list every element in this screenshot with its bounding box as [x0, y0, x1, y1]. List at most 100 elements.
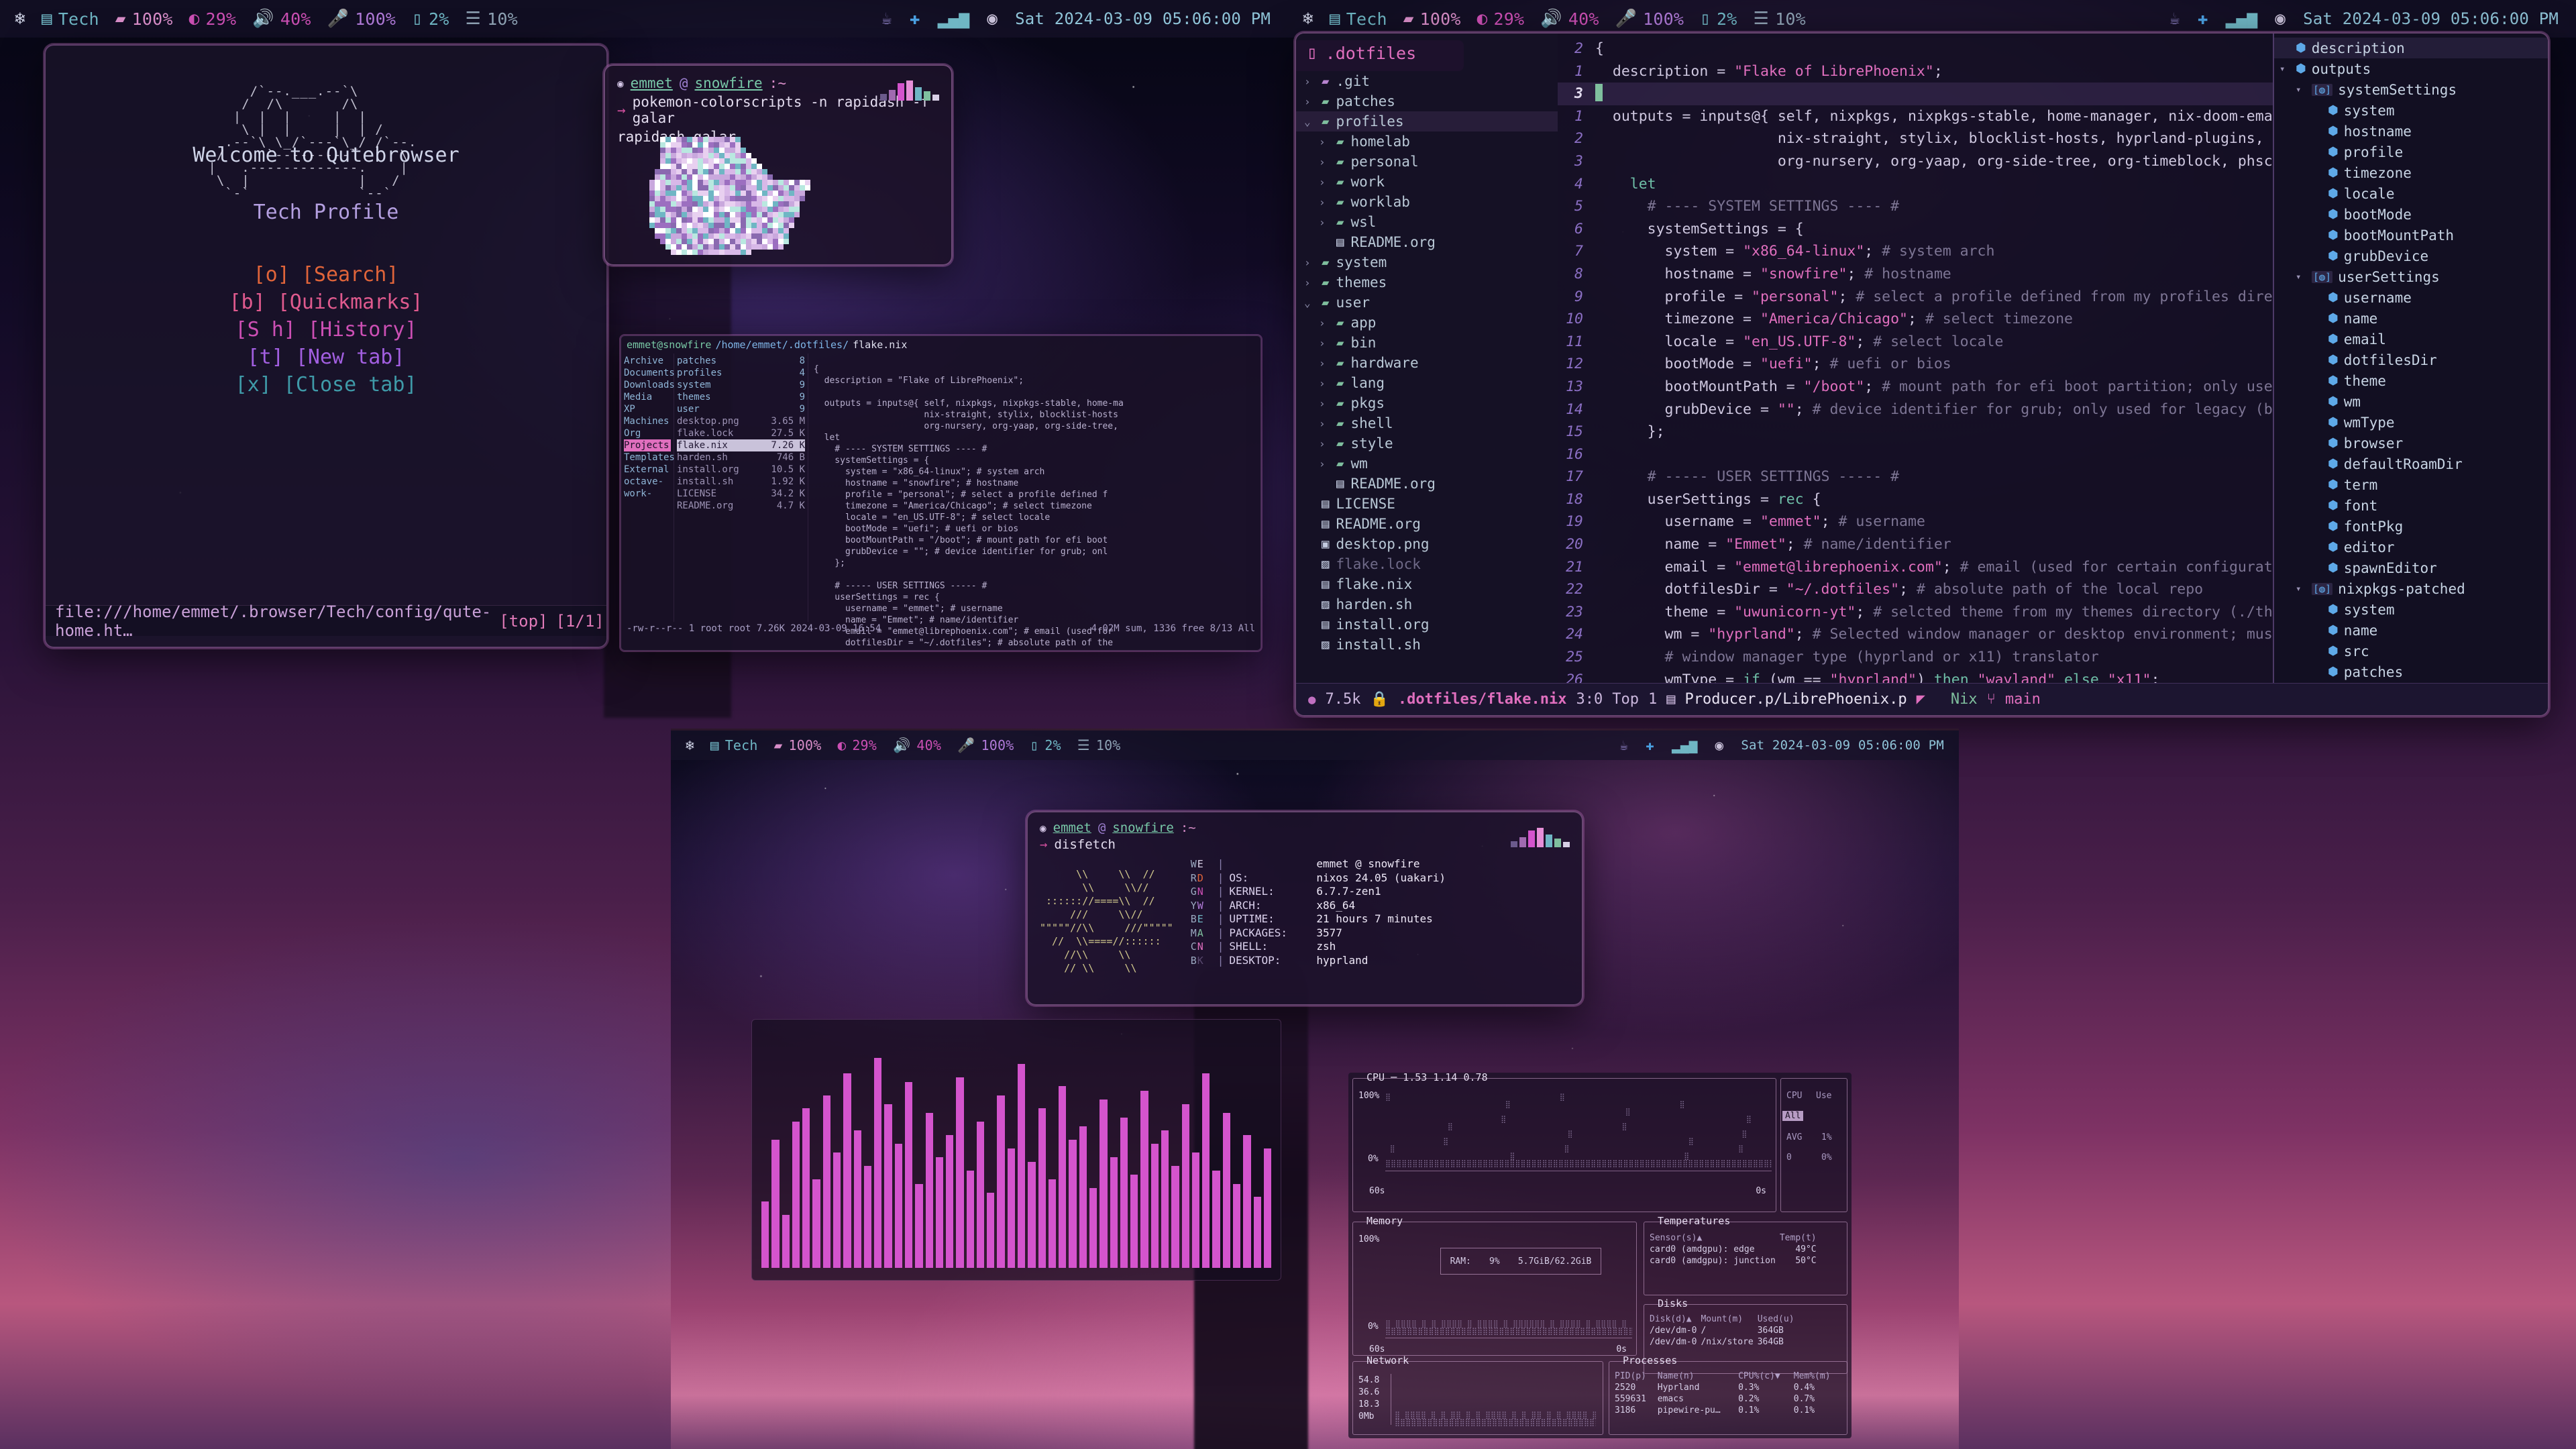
chevron-right-icon[interactable]: ›: [1319, 397, 1330, 410]
outline-item[interactable]: ⬢ wmType: [2274, 412, 2548, 433]
file-tree-item[interactable]: ▤ README.org: [1296, 232, 1558, 252]
file-tree-item[interactable]: › ▰ shell: [1296, 413, 1558, 433]
wifi-icon[interactable]: ▂▄▆: [938, 10, 970, 28]
bar-module-microphone[interactable]: 🎤 100%: [327, 9, 396, 29]
list-item[interactable]: XP: [624, 403, 671, 415]
code-line[interactable]: 7 system = "x86_64-linux"; # system arch: [1558, 240, 2273, 263]
outline-item[interactable]: ⬢ system: [2274, 100, 2548, 121]
file-tree-item[interactable]: ▨ install.sh: [1296, 635, 1558, 655]
bar-module-microphone[interactable]: 🎤 100%: [1615, 9, 1684, 29]
chevron-right-icon[interactable]: ›: [1319, 357, 1330, 370]
file-tree-item[interactable]: › ▰ work: [1296, 172, 1558, 192]
disk-col-used[interactable]: Used(u): [1758, 1314, 1799, 1326]
chevron-right-icon[interactable]: ›: [1319, 196, 1330, 209]
code-line[interactable]: 19 username = "emmet"; # username: [1558, 511, 2273, 533]
outline-item[interactable]: ⬢ term: [2274, 474, 2548, 495]
chevron-right-icon[interactable]: ›: [1319, 176, 1330, 189]
list-item[interactable]: themes 9: [677, 391, 805, 403]
file-tree-panel[interactable]: ▯ .dotfiles › ▰ .git › ▰ patches ⌄ ▰ profiles › ▰ h…: [1296, 34, 1558, 683]
code-line[interactable]: 2 nix-straight, stylix, blocklist-hosts,…: [1558, 127, 2273, 150]
file-tree-item[interactable]: › ▰ homelab: [1296, 131, 1558, 152]
chevron-right-icon[interactable]: ›: [1319, 156, 1330, 168]
bar-module-volume[interactable]: 🔊 40%: [893, 737, 941, 753]
bar-module-nix-snowflake[interactable]: ❄: [1303, 10, 1313, 28]
file-tree-list[interactable]: › ▰ .git › ▰ patches ⌄ ▰ profiles › ▰ homelab › ▰ pers…: [1296, 71, 1558, 655]
code-line[interactable]: 3 org-nursery, org-yaap, org-side-tree, …: [1558, 150, 2273, 173]
bar-module-battery[interactable]: ▰ 100%: [1403, 9, 1461, 29]
bar-module-cpu[interactable]: ☰ 10%: [1077, 737, 1121, 753]
bluetooth-icon[interactable]: ✚: [910, 10, 920, 28]
code-line[interactable]: 21 email = "emmet@librephoenix.com"; # e…: [1558, 556, 2273, 579]
code-line[interactable]: 9 profile = "personal"; # select a profi…: [1558, 286, 2273, 309]
clock[interactable]: Sat 2024-03-09 05:06:00 PM: [1015, 9, 1288, 28]
disk-col-disk[interactable]: Disk(d)▲: [1650, 1314, 1701, 1326]
file-tree-item[interactable]: › ▰ bin: [1296, 333, 1558, 353]
table-row[interactable]: /dev/dm-0 / 364GB: [1650, 1326, 1799, 1337]
list-item[interactable]: flake.nix 7.26 K: [677, 439, 805, 451]
audio-visualizer-window[interactable]: [751, 1019, 1281, 1281]
record-icon[interactable]: ◉: [1715, 738, 1724, 753]
file-tree-item[interactable]: ⌄ ▰ user: [1296, 292, 1558, 313]
table-row[interactable]: /dev/dm-0/nix/store 364GB: [1650, 1337, 1799, 1348]
chevron-right-icon[interactable]: ›: [1319, 458, 1330, 470]
outline-item[interactable]: ⬢ src: [2274, 641, 2548, 661]
list-item[interactable]: Downloads: [624, 379, 675, 391]
file-tree-item[interactable]: › ▰ system: [1296, 252, 1558, 272]
outline-item[interactable]: ▾ [◍] userSettings: [2274, 266, 2548, 287]
table-row[interactable]: card0 (amdgpu): edge 49°C: [1650, 1244, 1821, 1256]
neovim-window[interactable]: ▯ .dotfiles › ▰ .git › ▰ patches ⌄ ▰ profiles › ▰ h…: [1295, 32, 2549, 716]
chevron-down-icon[interactable]: ⌄: [1304, 115, 1315, 128]
bar-module-volume[interactable]: 🔊 40%: [1540, 9, 1599, 29]
outline-item[interactable]: ⬢ timezone: [2274, 162, 2548, 183]
code-line[interactable]: 22 dotfilesDir = "~/.dotfiles"; # absolu…: [1558, 578, 2273, 601]
outline-item[interactable]: ⬢ locale: [2274, 183, 2548, 204]
bar-module-brightness[interactable]: ◐ 29%: [189, 9, 237, 29]
chevron-down-icon[interactable]: ▾: [2296, 272, 2306, 282]
outline-item[interactable]: ⬢ email: [2274, 329, 2548, 350]
table-row[interactable]: 3186 pipewire-pu… 0.1% 0.1%: [1615, 1405, 1843, 1417]
code-line[interactable]: 3: [1558, 83, 2273, 105]
coffee-icon[interactable]: ☕: [881, 10, 892, 28]
outline-item[interactable]: ▾ [◍] nixpkgs-patched: [2274, 578, 2548, 599]
list-item[interactable]: flake.lock 27.5 K: [677, 427, 805, 439]
bar-module-microphone[interactable]: 🎤 100%: [957, 737, 1014, 753]
bar-module-workspace[interactable]: ▤ Tech: [710, 737, 758, 753]
bar-module-nix-snowflake[interactable]: ❄: [15, 10, 25, 28]
code-line[interactable]: 10 timezone = "America/Chicago"; # selec…: [1558, 308, 2273, 331]
qutebrowser-shortcut[interactable]: [t] [New tab]: [229, 343, 423, 371]
cpu-core-selected[interactable]: All: [1782, 1111, 1804, 1121]
disk-col-mount[interactable]: Mount(m): [1701, 1314, 1757, 1326]
qutebrowser-shortcut[interactable]: [S h] [History]: [229, 316, 423, 343]
code-line[interactable]: 13 bootMountPath = "/boot"; # mount path…: [1558, 376, 2273, 398]
outline-item[interactable]: ⬢ hostname: [2274, 121, 2548, 142]
outline-item[interactable]: ⬢ wm: [2274, 391, 2548, 412]
outline-item[interactable]: ⬢ theme: [2274, 370, 2548, 391]
list-item[interactable]: octave-work-: [624, 476, 671, 500]
temp-col-sensor[interactable]: Sensor(s)▲: [1650, 1233, 1780, 1244]
code-line[interactable]: 16: [1558, 443, 2273, 466]
process-column-header[interactable]: PID(p): [1615, 1371, 1658, 1383]
outline-item[interactable]: ⬢ defaultRoamDir: [2274, 453, 2548, 474]
chevron-right-icon[interactable]: ›: [1319, 317, 1330, 329]
bar-module-brightness[interactable]: ◐ 29%: [837, 737, 877, 753]
code-line[interactable]: 2{: [1558, 38, 2273, 60]
chevron-right-icon[interactable]: ›: [1319, 377, 1330, 390]
list-item[interactable]: harden.sh 746 B: [677, 451, 805, 464]
chevron-right-icon[interactable]: ›: [1304, 256, 1315, 269]
outline-item[interactable]: ⬢ grubDevice: [2274, 246, 2548, 266]
chevron-right-icon[interactable]: ›: [1319, 337, 1330, 350]
file-tree-item[interactable]: › ▰ app: [1296, 313, 1558, 333]
temp-col-temp[interactable]: Temp(t): [1780, 1233, 1821, 1244]
file-tree-item[interactable]: › ▰ themes: [1296, 272, 1558, 292]
bar-module-memory[interactable]: ▯ 2%: [412, 9, 449, 29]
bar-module-brightness[interactable]: ◐ 29%: [1477, 9, 1525, 29]
ranger-column-parent[interactable]: Archive Documents Downloads Media XP Machines…: [621, 354, 675, 622]
bluetooth-icon[interactable]: ✚: [1646, 738, 1654, 753]
code-line[interactable]: 25 # window manager type (hyprland or x1…: [1558, 646, 2273, 669]
chevron-right-icon[interactable]: ›: [1319, 136, 1330, 148]
file-tree-item[interactable]: ⌄ ▰ profiles: [1296, 111, 1558, 131]
outline-item[interactable]: ⬢ editor: [2274, 537, 2548, 557]
symbol-outline-list[interactable]: ⬢ description ▾ ⬢ outputs ▾ [◍] systemSettings ⬢…: [2274, 38, 2548, 683]
code-lines[interactable]: 2{1 description = "Flake of LibrePhoenix…: [1558, 34, 2273, 683]
process-column-header[interactable]: Name(n): [1658, 1371, 1738, 1383]
